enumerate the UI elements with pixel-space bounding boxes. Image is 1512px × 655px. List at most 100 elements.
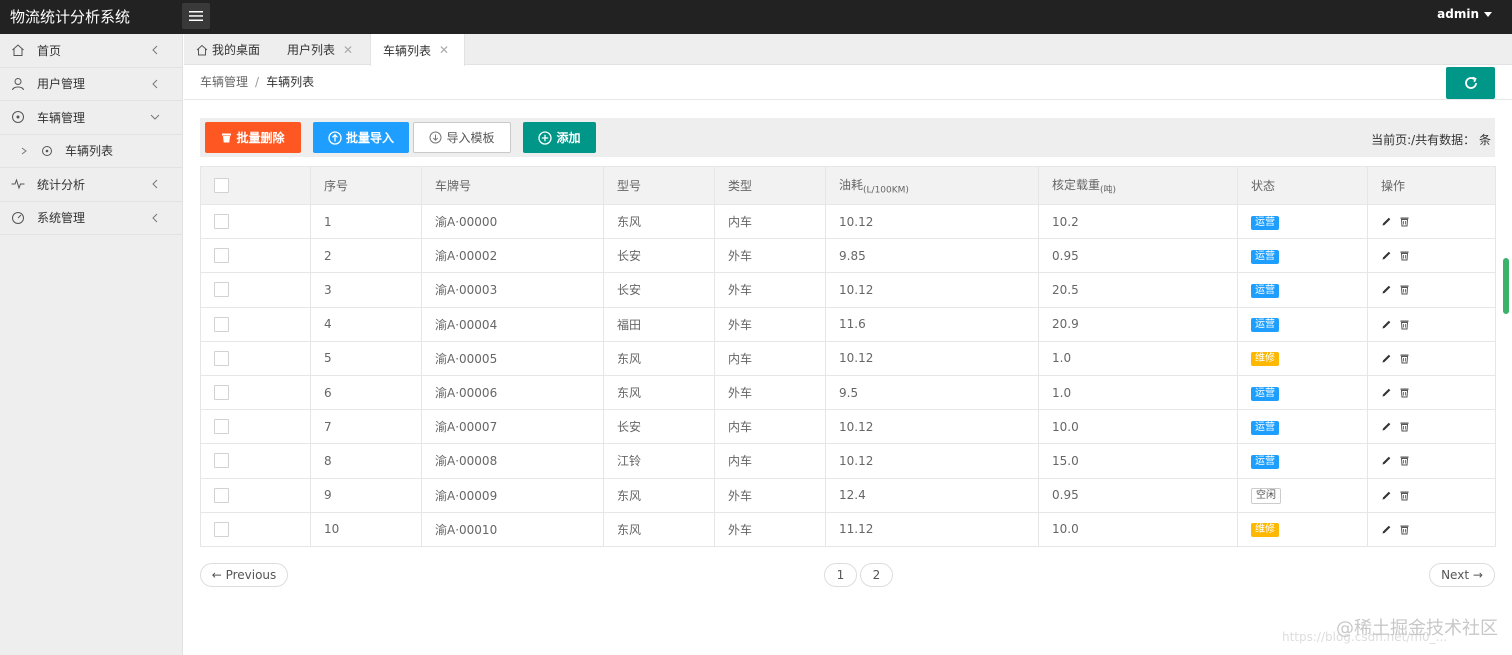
- trash-icon: [222, 133, 232, 143]
- scrollbar-thumb[interactable]: [1503, 258, 1509, 314]
- row-checkbox[interactable]: [214, 487, 229, 503]
- sidebar-item-home[interactable]: 首页: [0, 34, 182, 68]
- batch-import-button[interactable]: 批量导入: [313, 122, 409, 153]
- refresh-button[interactable]: [1446, 67, 1495, 99]
- row-checkbox[interactable]: [214, 248, 229, 264]
- table-header-row: 序号 车牌号 型号 类型 油耗(L/100KM) 核定载重(吨) 状态 操作: [200, 166, 1496, 205]
- app-title: 物流统计分析系统: [10, 8, 131, 26]
- table-row[interactable]: 5 渝A·00005 东风 内车 10.12 1.0 维修: [200, 340, 1496, 376]
- row-checkbox[interactable]: [214, 282, 229, 298]
- status-badge: 运营: [1251, 386, 1279, 401]
- row-checkbox[interactable]: [214, 419, 229, 435]
- sidebar-item-system[interactable]: 系统管理: [0, 202, 182, 235]
- close-icon[interactable]: ✕: [439, 43, 449, 57]
- row-checkbox[interactable]: [214, 214, 229, 230]
- delete-icon[interactable]: [1399, 284, 1410, 295]
- row-select-cell: [200, 443, 311, 479]
- row-select-cell: [200, 374, 311, 411]
- status-badge: 维修: [1251, 523, 1279, 538]
- toolbar: 批量删除 批量导入 导入模板 添加 当前页:/共有数据： 条: [200, 118, 1495, 157]
- table-row[interactable]: 6 渝A·00006 东风 外车 9.5 1.0 运营: [200, 374, 1496, 411]
- cell-plate: 渝A·00003: [421, 272, 604, 308]
- edit-icon[interactable]: [1381, 284, 1392, 295]
- cell-fuel: 10.12: [825, 272, 1039, 308]
- edit-icon[interactable]: [1381, 216, 1392, 227]
- select-all-checkbox[interactable]: [214, 178, 229, 193]
- cell-model: 长安: [603, 409, 715, 445]
- edit-icon[interactable]: [1381, 353, 1392, 364]
- cell-status: 维修: [1237, 511, 1368, 547]
- home-icon: [196, 44, 208, 55]
- cell-type: 内车: [714, 340, 826, 376]
- import-template-button[interactable]: 导入模板: [413, 122, 511, 153]
- cell-index: 9: [310, 477, 422, 513]
- sidebar-item-label: 统计分析: [37, 177, 86, 192]
- tab-desktop[interactable]: 我的桌面: [196, 34, 260, 65]
- sidebar-item-vehicle-list[interactable]: 车辆列表: [0, 134, 182, 168]
- edit-icon[interactable]: [1381, 421, 1392, 432]
- row-checkbox[interactable]: [214, 385, 229, 401]
- menu-toggle-button[interactable]: [182, 3, 210, 29]
- delete-icon[interactable]: [1399, 216, 1410, 227]
- top-bar: 物流统计分析系统 admin: [0, 0, 1512, 34]
- button-label: 导入模板: [446, 131, 495, 145]
- cell-load: 20.9: [1038, 306, 1238, 342]
- edit-icon[interactable]: [1381, 490, 1392, 501]
- table-row[interactable]: 10 渝A·00010 东风 外车 11.12 10.0 维修: [200, 511, 1496, 547]
- page-1-button[interactable]: 1: [824, 563, 857, 587]
- delete-icon[interactable]: [1399, 319, 1410, 330]
- batch-delete-button[interactable]: 批量删除: [205, 122, 301, 153]
- table-row[interactable]: 2 渝A·00002 长安 外车 9.85 0.95 运营: [200, 238, 1496, 274]
- row-checkbox[interactable]: [214, 453, 229, 469]
- chevron-left-icon: [150, 79, 160, 89]
- cell-fuel: 12.4: [825, 477, 1039, 513]
- delete-icon[interactable]: [1399, 524, 1410, 535]
- edit-icon[interactable]: [1381, 524, 1392, 535]
- breadcrumb: 车辆管理 / 车辆列表: [200, 73, 314, 90]
- cell-ops: [1367, 443, 1496, 479]
- cell-plate: 渝A·00009: [421, 477, 604, 513]
- close-icon[interactable]: ✕: [343, 43, 353, 57]
- delete-icon[interactable]: [1399, 250, 1410, 261]
- button-label: 批量导入: [345, 131, 394, 145]
- previous-page-button[interactable]: ← Previous: [200, 563, 288, 587]
- delete-icon[interactable]: [1399, 490, 1410, 501]
- sidebar-item-statistics[interactable]: 统计分析: [0, 168, 182, 202]
- header-load-label: 核定载重: [1052, 177, 1101, 192]
- next-page-button[interactable]: Next →: [1429, 563, 1495, 587]
- row-checkbox[interactable]: [214, 350, 229, 366]
- cell-ops: [1367, 340, 1496, 376]
- cell-ops: [1367, 306, 1496, 342]
- tab-bar: 我的桌面 用户列表 ✕ 车辆列表 ✕: [184, 34, 1512, 66]
- row-checkbox[interactable]: [214, 521, 229, 537]
- page-2-button[interactable]: 2: [860, 563, 893, 587]
- tab-vehicle-list[interactable]: 车辆列表 ✕: [370, 34, 465, 66]
- cell-status: 运营: [1237, 203, 1368, 240]
- edit-icon[interactable]: [1381, 455, 1392, 466]
- delete-icon[interactable]: [1399, 353, 1410, 364]
- button-label: 添加: [556, 131, 581, 145]
- table-row[interactable]: 7 渝A·00007 长安 内车 10.12 10.0 运营: [200, 409, 1496, 445]
- hamburger-icon: [189, 11, 203, 21]
- table-row[interactable]: 1 渝A·00000 东风 内车 10.12 10.2 运营: [200, 203, 1496, 240]
- table-row[interactable]: 4 渝A·00004 福田 外车 11.6 20.9 运营: [200, 306, 1496, 342]
- delete-icon[interactable]: [1399, 387, 1410, 398]
- edit-icon[interactable]: [1381, 387, 1392, 398]
- cell-plate: 渝A·00002: [421, 238, 604, 274]
- table-row[interactable]: 8 渝A·00008 江铃 内车 10.12 15.0 运营: [200, 443, 1496, 479]
- edit-icon[interactable]: [1381, 250, 1392, 261]
- edit-icon[interactable]: [1381, 319, 1392, 330]
- cell-type: 内车: [714, 443, 826, 479]
- add-button[interactable]: 添加: [523, 122, 596, 153]
- user-menu[interactable]: admin: [1437, 7, 1492, 21]
- row-checkbox[interactable]: [214, 316, 229, 332]
- tab-user-list[interactable]: 用户列表 ✕: [287, 34, 353, 65]
- cell-load: 0.95: [1038, 477, 1238, 513]
- delete-icon[interactable]: [1399, 455, 1410, 466]
- delete-icon[interactable]: [1399, 421, 1410, 432]
- sidebar-item-users[interactable]: 用户管理: [0, 68, 182, 101]
- breadcrumb-parent[interactable]: 车辆管理: [200, 75, 248, 89]
- sidebar-item-vehicles[interactable]: 车辆管理: [0, 101, 182, 135]
- table-row[interactable]: 9 渝A·00009 东风 外车 12.4 0.95 空闲: [200, 477, 1496, 513]
- table-row[interactable]: 3 渝A·00003 长安 外车 10.12 20.5 运营: [200, 272, 1496, 308]
